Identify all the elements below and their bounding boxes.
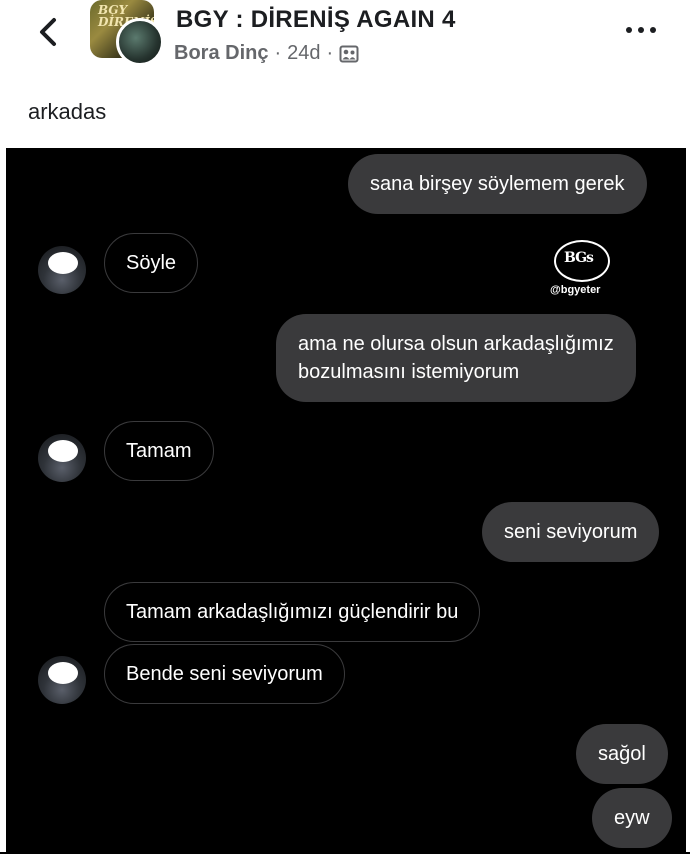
post-time[interactable]: 24d (287, 42, 320, 65)
contact-avatar (38, 434, 86, 482)
group-avatar[interactable]: BGY DİRENİŞ (90, 0, 164, 66)
message-bubble-sent: sana birşey söylemem gerek (348, 154, 647, 214)
group-title[interactable]: BGY : DİRENİŞ AGAIN 4 (176, 6, 456, 34)
message-bubble-sent: ama ne olursa olsun arkadaşlığımız bozul… (276, 314, 636, 402)
message-bubble-sent: sağol (576, 724, 668, 784)
message-bubble-received: Tamam arkadaşlığımızı güçlendirir bu (104, 582, 481, 642)
message-bubble-received: Tamam (104, 421, 214, 481)
post-header: BGY DİRENİŞ BGY : DİRENİŞ AGAIN 4 Bora D… (0, 0, 690, 88)
meta-separator: · (274, 42, 282, 64)
message-line: ama ne olursa olsun arkadaşlığımız (298, 333, 614, 355)
author-name[interactable]: Bora Dinç (174, 42, 268, 65)
chat-screenshot-image[interactable]: sana birşey söylemem gerek Söyle BGs @bg… (6, 148, 686, 854)
message-bubble-received: Söyle (104, 233, 199, 293)
message-line: bozulmasını istemiyorum (298, 361, 520, 383)
more-horizontal-icon[interactable] (624, 17, 658, 41)
message-bubble-sent: seni seviyorum (482, 502, 660, 562)
watermark-tag: @bgyeter (550, 284, 601, 296)
contact-avatar (38, 656, 86, 704)
post-meta: Bora Dinç · 24d · (174, 42, 359, 65)
message-bubble-received: Bende seni seviyorum (104, 644, 345, 704)
contact-avatar (38, 246, 86, 294)
meta-separator: · (326, 42, 334, 64)
group-icon (339, 45, 359, 62)
author-avatar[interactable] (116, 18, 164, 66)
post-text: arkadas (28, 99, 107, 124)
chevron-left-icon[interactable] (34, 12, 64, 52)
message-bubble-sent: eyw (592, 788, 672, 848)
watermark: BGs @bgyeter (550, 240, 616, 300)
watermark-logo: BGs (564, 250, 594, 266)
